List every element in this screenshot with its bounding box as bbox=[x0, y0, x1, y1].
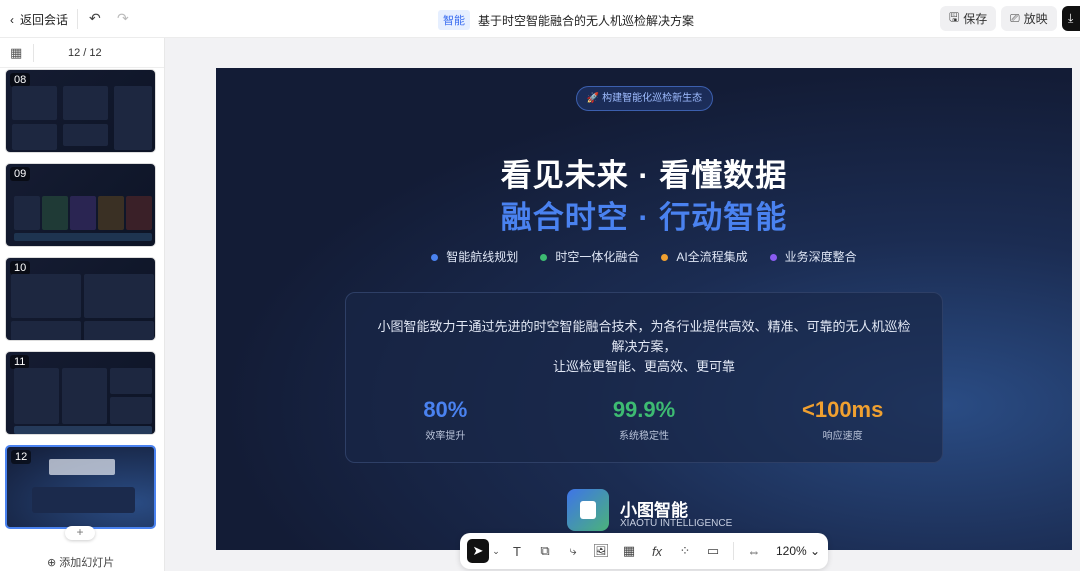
slide-thumbnail[interactable]: 08 bbox=[5, 69, 156, 153]
divider bbox=[733, 542, 734, 560]
save-button[interactable]: 🖫 保存 bbox=[940, 6, 997, 31]
document-title: 智能 基于时空智能融合的无人机巡检解决方案 bbox=[438, 10, 694, 30]
stat-efficiency: 80% 效率提升 bbox=[423, 397, 468, 442]
slide-number: 11 bbox=[10, 355, 30, 369]
slide-number: 08 bbox=[10, 73, 31, 87]
insert-slide-button[interactable]: + bbox=[65, 526, 95, 540]
table-tool-icon[interactable]: ▦ bbox=[615, 539, 643, 563]
chevron-left-icon: ‹ bbox=[10, 12, 14, 27]
stat-response: <100ms 响应速度 bbox=[802, 397, 884, 442]
fit-width-icon[interactable]: ⇔ bbox=[740, 539, 768, 563]
feature-tag: 业务深度整合 bbox=[769, 248, 857, 265]
feature-tag: AI全流程集成 bbox=[661, 248, 748, 265]
shape-tool-icon[interactable]: ⧉ bbox=[531, 539, 559, 563]
stat-stability: 99.9% 系统稳定性 bbox=[612, 397, 676, 442]
back-to-chat-button[interactable]: ‹ 返回会话 bbox=[10, 11, 68, 28]
formula-tool-icon[interactable]: fx bbox=[643, 539, 671, 563]
description-tagline: 让巡检更智能、更高效、更可靠 bbox=[552, 359, 735, 374]
slide-pill: 🚀 构建智能化巡检新生态 bbox=[576, 86, 713, 111]
slide-thumbnail[interactable]: 10 bbox=[5, 257, 156, 341]
undo-icon[interactable]: ↶ bbox=[89, 10, 101, 27]
download-button[interactable]: ⤓ bbox=[1062, 6, 1080, 31]
headline-2: 融合时空 · 行动智能 bbox=[500, 200, 788, 235]
feature-tag: 时空一体化融合 bbox=[540, 248, 639, 265]
slide-number: 12 bbox=[11, 450, 32, 464]
editing-toolbar: ➤ ⌄ T ⧉ ⤷ 🖼 ▦ fx ⁘ ▭ ⇔ 120% ⌄ bbox=[460, 533, 828, 569]
brand-logo-icon bbox=[567, 489, 609, 531]
headline-1: 看见未来 · 看懂数据 bbox=[500, 158, 788, 193]
image-tool-icon[interactable]: 🖼 bbox=[587, 539, 615, 563]
title-badge: 智能 bbox=[438, 10, 470, 30]
components-tool-icon[interactable]: ⁘ bbox=[671, 539, 699, 563]
divider bbox=[77, 9, 78, 29]
feature-tag: 智能航线规划 bbox=[431, 248, 518, 265]
slide-sidebar: ▦ 12 / 12 08 09 10 11 12 + ⊕ 添加幻灯片 bbox=[0, 38, 165, 571]
chevron-down-icon[interactable]: ⌄ bbox=[489, 539, 503, 563]
grid-view-icon[interactable]: ▦ bbox=[10, 45, 22, 61]
save-icon: 🖫 bbox=[949, 10, 960, 24]
rocket-icon: 🚀 bbox=[586, 93, 603, 104]
download-icon: ⤓ bbox=[1068, 11, 1074, 25]
divider bbox=[33, 44, 34, 62]
slide-number: 10 bbox=[10, 261, 31, 275]
add-slide-button[interactable]: ⊕ 添加幻灯片 bbox=[47, 554, 114, 570]
brand-english: XIAOTU INTELLIGENCE bbox=[620, 518, 733, 529]
summary-box: 小图智能致力于通过先进的时空智能融合技术，为各行业提供高效、精准、可靠的无人机巡… bbox=[345, 292, 943, 463]
present-button[interactable]: ⎚ 放映 bbox=[1001, 6, 1057, 31]
connector-tool-icon[interactable]: ⤷ bbox=[559, 539, 587, 563]
description: 小图智能致力于通过先进的时空智能融合技术，为各行业提供高效、精准、可靠的无人机巡… bbox=[377, 319, 911, 354]
page-indicator: 12 / 12 bbox=[68, 47, 102, 59]
select-tool-icon[interactable]: ➤ bbox=[467, 539, 489, 563]
plus-circle-icon: ⊕ bbox=[47, 557, 57, 569]
zoom-select[interactable]: 120% ⌄ bbox=[776, 544, 820, 558]
slide-thumbnail-active[interactable]: 12 bbox=[5, 445, 156, 529]
feature-tags: 智能航线规划 时空一体化融合 AI全流程集成 业务深度整合 bbox=[216, 248, 1072, 265]
slide-thumbnail[interactable]: 11 bbox=[5, 351, 156, 435]
top-bar: ‹ 返回会话 ↶ ↷ 智能 基于时空智能融合的无人机巡检解决方案 🖫 保存 ⎚ 放映 ⤓ bbox=[0, 0, 1080, 38]
slide-canvas[interactable]: 🚀 构建智能化巡检新生态 看见未来 · 看懂数据 融合时空 · 行动智能 智能航… bbox=[216, 68, 1072, 550]
slide-number: 09 bbox=[10, 167, 31, 181]
text-tool-icon[interactable]: T bbox=[503, 539, 531, 563]
slide-thumbnail[interactable]: 09 bbox=[5, 163, 156, 247]
present-icon: ⎚ bbox=[1010, 11, 1020, 25]
redo-icon[interactable]: ↷ bbox=[117, 10, 129, 27]
embed-tool-icon[interactable]: ▭ bbox=[699, 539, 727, 563]
